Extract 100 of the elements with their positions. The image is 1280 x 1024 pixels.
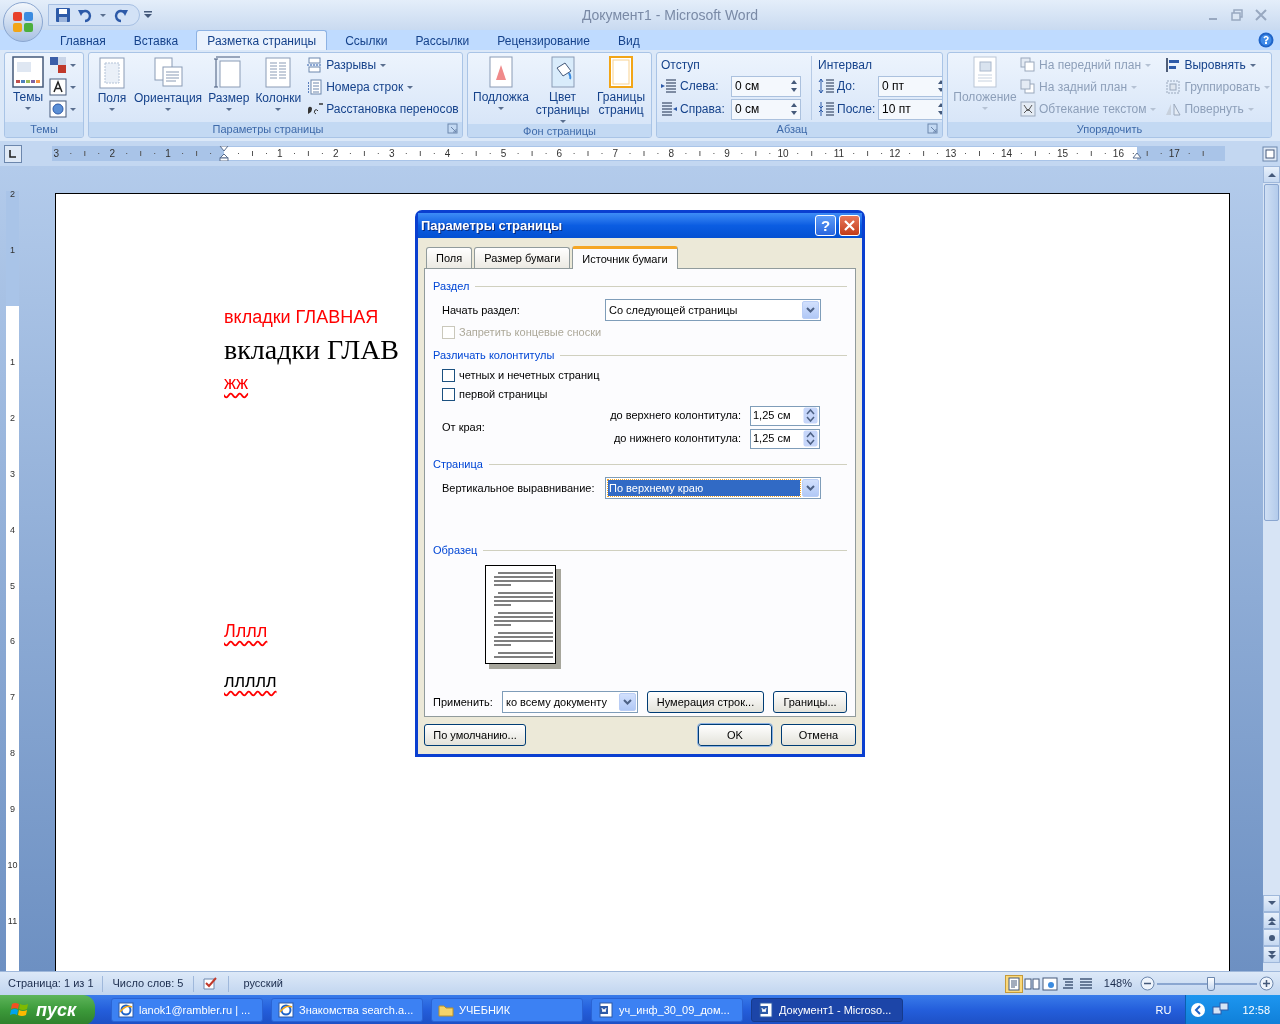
breaks-button[interactable]: Разрывы (307, 56, 462, 74)
window-title: Документ1 - Microsoft Word (580, 5, 759, 25)
view-ruler-icon[interactable] (1262, 146, 1278, 162)
ribbon-tab[interactable]: Ссылки (331, 32, 402, 50)
theme-effects-icon[interactable] (49, 100, 77, 118)
margins-button[interactable]: Поля (93, 56, 131, 112)
ruler-number: 17 (1168, 147, 1180, 161)
page-color-button[interactable]: Цвет страницы (530, 56, 595, 124)
cancel-button[interactable]: Отмена (781, 724, 856, 746)
taskbar-button[interactable]: Знакомства search.a... (271, 998, 423, 1022)
spacing-before-icon (818, 78, 834, 94)
save-icon[interactable] (55, 7, 71, 23)
scroll-thumb[interactable] (1264, 184, 1279, 521)
globe-page-icon (1041, 975, 1058, 992)
paragraph-text: ллллл (224, 670, 277, 692)
indent-marker-icon[interactable] (219, 146, 229, 161)
start-button[interactable]: пуск (0, 995, 95, 1024)
line-numbers-button[interactable]: Номера строк (307, 78, 462, 96)
section-heading: Отступ (661, 57, 701, 74)
ruler-number: 1 (9, 245, 16, 256)
checkbox-label: четных и нечетных страниц (459, 367, 600, 383)
ribbon-tab[interactable]: Рассылки (401, 32, 484, 50)
paragraph-text: жж (224, 372, 249, 394)
checkbox[interactable] (442, 368, 455, 382)
taskbar-button[interactable]: lanok1@rambler.ru | ... (111, 998, 263, 1022)
columns-button[interactable]: Колонки (252, 56, 305, 112)
ruler-number: 13 (945, 147, 957, 161)
caret-icon (981, 106, 989, 111)
header-distance-field[interactable]: 1,25 см (750, 405, 820, 426)
previous-page-button[interactable] (1263, 912, 1280, 929)
browse-object-button[interactable] (1263, 929, 1280, 946)
group-label: Упорядочить (1075, 122, 1144, 137)
network-icon[interactable] (1212, 1002, 1231, 1018)
taskbar-button[interactable]: уч_инф_30_09_дом... (591, 998, 743, 1022)
dialog-launcher-icon[interactable] (927, 123, 939, 135)
right-indent-marker-icon[interactable] (1132, 153, 1142, 161)
indent-field[interactable]: 0 см (731, 98, 801, 120)
indent-field[interactable]: 0 см (731, 75, 801, 97)
theme-colors-icon[interactable] (49, 56, 77, 74)
dialog-tab[interactable]: Источник бумаги (572, 246, 678, 269)
circle-icon (1267, 933, 1276, 942)
vertical-alignment-dropdown[interactable]: По верхнему краю (605, 477, 821, 499)
field-label: До: (837, 78, 857, 95)
text-wrapping-icon (1020, 101, 1036, 117)
undo-icon[interactable] (77, 7, 93, 23)
zoom-slider[interactable] (1157, 976, 1257, 991)
help-button[interactable]: ? (815, 215, 836, 236)
caret-icon (1149, 106, 1158, 112)
scroll-up-button[interactable] (1263, 166, 1280, 183)
zoom-thumb[interactable] (1207, 976, 1215, 991)
caret-icon (406, 84, 415, 90)
dialog-tab[interactable]: Поля (426, 247, 473, 268)
zoom-percent: 148% (1103, 976, 1132, 992)
dialog-tab[interactable]: Размер бумаги (474, 247, 571, 268)
spacing-field[interactable]: 10 пт (878, 98, 942, 120)
zoom-out-icon[interactable] (1140, 976, 1155, 991)
dialog-launcher-icon[interactable] (447, 123, 459, 135)
redo-icon[interactable] (113, 7, 129, 23)
taskbar-button[interactable]: Документ1 - Microso... (751, 998, 903, 1022)
watermark-button[interactable]: Подложка (472, 56, 530, 111)
theme-fonts-icon[interactable] (49, 78, 77, 96)
ribbon-tab[interactable]: Разметка страницы (196, 30, 328, 50)
double-down-arrow-icon (1267, 950, 1276, 959)
ribbon-tab[interactable]: Главная (46, 32, 120, 50)
scroll-down-button[interactable] (1263, 895, 1280, 912)
spacing-field[interactable]: 0 пт (878, 75, 942, 97)
zoom-in-icon[interactable] (1259, 976, 1274, 991)
ruler-number: 4 (9, 524, 16, 535)
line-numbers-button[interactable]: Нумерация строк... (647, 691, 764, 713)
help-icon[interactable] (1258, 32, 1274, 48)
tab-selector-icon[interactable] (4, 145, 22, 163)
spin-arrows-icon (803, 430, 818, 447)
caret-icon (1144, 62, 1153, 68)
caret-icon (1130, 84, 1139, 90)
taskbar-button[interactable]: УЧЕБНИК (431, 998, 583, 1022)
ribbon-tab[interactable]: Вид (603, 32, 654, 50)
double-up-arrow-icon (1267, 916, 1276, 925)
hyphenation-button[interactable]: Расстановка переносов (307, 100, 462, 118)
section-start-dropdown[interactable]: Со следующей страницы (605, 299, 821, 321)
ribbon-tab[interactable]: Вставка (119, 32, 193, 50)
checkbox[interactable] (442, 387, 455, 401)
align-button[interactable]: Выровнять (1165, 56, 1271, 74)
themes-button[interactable]: Темы (9, 56, 47, 111)
caret-icon (497, 106, 505, 111)
page-borders-button[interactable]: Границы страниц (595, 56, 647, 117)
header-distance-field[interactable]: 1,25 см (750, 428, 820, 449)
language-indicator[interactable]: RU (1155, 1001, 1172, 1019)
customize-toolbar-icon[interactable] (144, 11, 152, 19)
expand-tray-icon[interactable] (1190, 1002, 1207, 1018)
ribbon-tab[interactable]: Рецензирование (483, 32, 604, 50)
web-layout-button[interactable] (1040, 974, 1059, 993)
set-default-button[interactable]: По умолчанию... (424, 724, 526, 746)
orientation-button[interactable]: Ориентация (131, 56, 206, 112)
borders-button[interactable]: Границы... (773, 691, 847, 713)
ok-button[interactable]: OK (698, 724, 772, 746)
close-button[interactable] (839, 215, 860, 236)
size-button[interactable]: Размер (205, 56, 253, 112)
apply-to-dropdown[interactable]: ко всему документу (502, 691, 638, 713)
print-layout-button[interactable] (1004, 974, 1023, 993)
next-page-button[interactable] (1263, 946, 1280, 963)
